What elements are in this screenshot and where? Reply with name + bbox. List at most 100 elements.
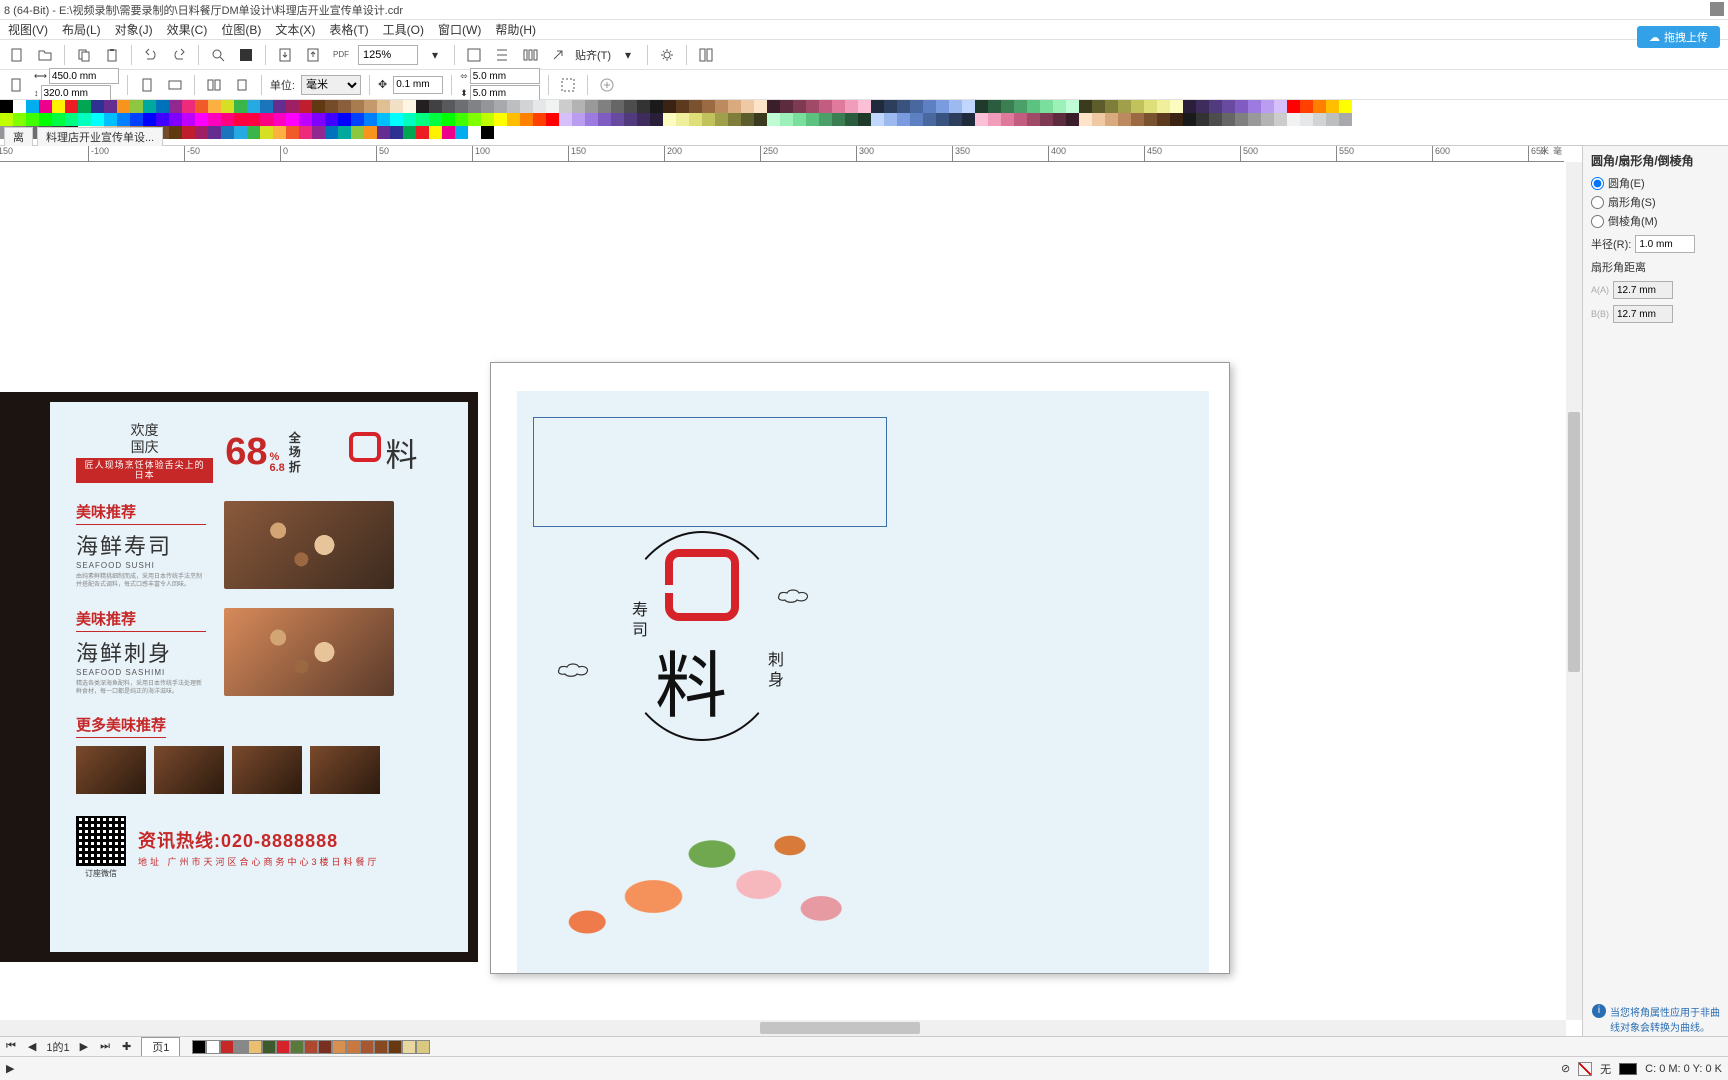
palette-swatch[interactable] [546,100,559,113]
palette-swatch[interactable] [1196,113,1209,126]
doc-swatch[interactable] [332,1040,346,1054]
palette-swatch[interactable] [741,113,754,126]
palette-swatch[interactable] [260,100,273,113]
palette-swatch[interactable] [1339,100,1352,113]
palette-swatch[interactable] [1248,113,1261,126]
palette-swatch[interactable] [884,100,897,113]
palette-swatch[interactable] [247,126,260,139]
palette-swatch[interactable] [1079,113,1092,126]
palette-swatch[interactable] [247,100,260,113]
snap-icon[interactable] [463,44,485,66]
palette-swatch[interactable] [754,113,767,126]
palette-swatch[interactable] [377,126,390,139]
palette-swatch[interactable] [1079,100,1092,113]
palette-swatch[interactable] [39,100,52,113]
doc-swatch[interactable] [416,1040,430,1054]
palette-swatch[interactable] [143,113,156,126]
palette-swatch[interactable] [416,113,429,126]
doc-swatch[interactable] [346,1040,360,1054]
palette-swatch[interactable] [117,113,130,126]
palette-swatch[interactable] [39,113,52,126]
palette-swatch[interactable] [156,113,169,126]
opt-round[interactable]: 圆角(E) [1591,175,1720,191]
palette-swatch[interactable] [559,100,572,113]
palette-swatch[interactable] [481,113,494,126]
palette-swatch[interactable] [260,113,273,126]
palette-swatch[interactable] [208,126,221,139]
palette-swatch[interactable] [1326,100,1339,113]
palette-swatch[interactable] [715,113,728,126]
palette-swatch[interactable] [507,100,520,113]
palette-swatch[interactable] [169,100,182,113]
palette-swatch[interactable] [377,100,390,113]
palette-swatch[interactable] [273,100,286,113]
palette-swatch[interactable] [1040,113,1053,126]
palette-swatch[interactable] [1209,100,1222,113]
palette-swatch[interactable] [208,100,221,113]
palette-swatch[interactable] [442,100,455,113]
palette-swatch[interactable] [286,113,299,126]
palette-swatch[interactable] [1066,113,1079,126]
fill-icon[interactable] [1619,1063,1637,1075]
palette-swatch[interactable] [299,113,312,126]
menu-help[interactable]: 帮助(H) [495,21,536,38]
palette-swatch[interactable] [1261,113,1274,126]
opt-scallop[interactable]: 扇形角(S) [1591,194,1720,210]
palette-swatch[interactable] [663,100,676,113]
palette-swatch[interactable] [156,100,169,113]
palette-swatch[interactable] [793,113,806,126]
upload-button[interactable]: ☁ 拖拽上传 [1637,26,1720,48]
palette-swatch[interactable] [832,113,845,126]
palette-swatch[interactable] [468,126,481,139]
palette-swatch[interactable] [182,126,195,139]
palette-swatch[interactable] [338,100,351,113]
dist2-input[interactable] [1613,305,1673,323]
palette-swatch[interactable] [806,113,819,126]
palette-swatch[interactable] [221,100,234,113]
palette-swatch[interactable] [780,113,793,126]
add-preset-icon[interactable] [596,74,618,96]
palette-swatch[interactable] [767,113,780,126]
dup-x-input[interactable] [470,68,540,84]
fill-icon[interactable] [235,44,257,66]
palette-swatch[interactable] [1001,100,1014,113]
palette-swatch[interactable] [286,126,299,139]
palette-swatch[interactable] [91,100,104,113]
palette-swatch[interactable] [234,100,247,113]
palette-swatch[interactable] [780,100,793,113]
opt-chamfer[interactable]: 倒棱角(M) [1591,213,1720,229]
snap-dropdown-icon[interactable]: ▾ [617,44,639,66]
portrait-icon[interactable] [136,74,158,96]
align-icon[interactable] [491,44,513,66]
palette-swatch[interactable] [728,113,741,126]
palette-swatch[interactable] [975,113,988,126]
palette-swatch[interactable] [442,126,455,139]
palette-swatch[interactable] [234,113,247,126]
palette-swatch[interactable] [845,100,858,113]
palette-swatch[interactable] [1274,113,1287,126]
page-height-input[interactable] [41,85,111,101]
doc-swatch[interactable] [388,1040,402,1054]
palette-swatch[interactable] [312,100,325,113]
import-icon[interactable] [274,44,296,66]
palette-swatch[interactable] [1105,100,1118,113]
palette-swatch[interactable] [949,100,962,113]
palette-swatch[interactable] [767,100,780,113]
palette-swatch[interactable] [975,100,988,113]
palette-swatch[interactable] [104,100,117,113]
palette-swatch[interactable] [221,126,234,139]
treat-as-icon[interactable] [557,74,579,96]
palette-swatch[interactable] [988,100,1001,113]
palette-swatch[interactable] [390,113,403,126]
no-fill-icon[interactable] [1578,1062,1592,1076]
palette-swatch[interactable] [351,126,364,139]
palette-swatch[interactable] [1261,100,1274,113]
palette-swatch[interactable] [1157,100,1170,113]
palette-swatch[interactable] [455,100,468,113]
palette-swatch[interactable] [1001,113,1014,126]
palette-swatch[interactable] [65,113,78,126]
palette-swatch[interactable] [793,100,806,113]
palette-swatch[interactable] [1014,113,1027,126]
palette-swatch[interactable] [143,100,156,113]
menu-text[interactable]: 文本(X) [275,21,315,38]
